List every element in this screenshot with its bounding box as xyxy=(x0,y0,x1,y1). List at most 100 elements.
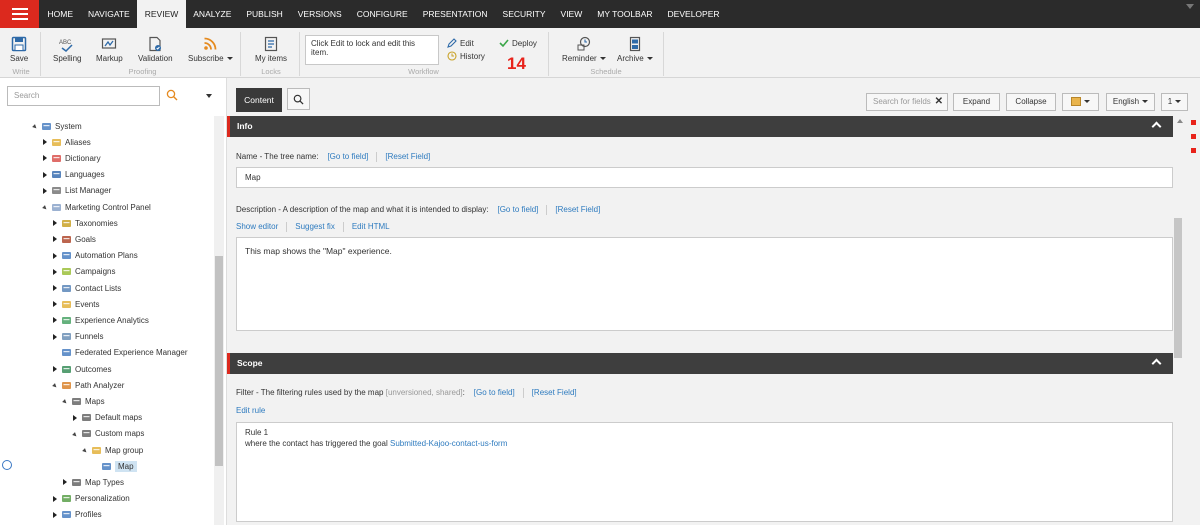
tree-node-taxonomies[interactable]: Taxonomies xyxy=(50,216,118,230)
edit-rule-link[interactable]: Edit rule xyxy=(236,406,265,415)
tree-node-experience-analytics[interactable]: Experience Analytics xyxy=(50,313,149,327)
expanded-arrow-icon[interactable] xyxy=(60,398,70,406)
tree-node-map-types[interactable]: Map Types xyxy=(60,475,124,489)
version-selector[interactable]: 1 xyxy=(1161,93,1188,111)
collapsed-arrow-icon[interactable] xyxy=(70,414,80,421)
filter-rule-box[interactable]: Rule 1 where the contact has triggered t… xyxy=(236,422,1173,522)
tab-analyze[interactable]: ANALYZE xyxy=(186,0,239,28)
tree-node-path-analyzer[interactable]: Path Analyzer xyxy=(50,378,124,392)
language-selector[interactable]: English xyxy=(1106,93,1155,111)
collapsed-arrow-icon[interactable] xyxy=(60,479,70,486)
tree-node-contact-lists[interactable]: Contact Lists xyxy=(50,281,121,295)
scope-section-header[interactable]: Scope xyxy=(227,353,1173,374)
hamburger-menu-icon[interactable] xyxy=(0,0,39,28)
collapsed-arrow-icon[interactable] xyxy=(50,301,60,308)
collapse-chevron-icon[interactable] xyxy=(1151,121,1162,132)
tree-scrollbar[interactable] xyxy=(214,116,224,525)
tab-navigate[interactable]: NAVIGATE xyxy=(81,0,138,28)
collapsed-arrow-icon[interactable] xyxy=(50,317,60,324)
collapsed-arrow-icon[interactable] xyxy=(40,139,50,146)
tab-configure[interactable]: CONFIGURE xyxy=(349,0,415,28)
tree-node-personalization[interactable]: Personalization xyxy=(50,492,130,506)
collapse-chevron-icon[interactable] xyxy=(1151,358,1162,369)
expanded-arrow-icon[interactable] xyxy=(40,204,50,211)
expand-button[interactable]: Expand xyxy=(953,93,1000,111)
collapsed-arrow-icon[interactable] xyxy=(50,495,60,502)
tab-my-toolbar[interactable]: MY TOOLBAR xyxy=(590,0,660,28)
edit-button[interactable]: Edit xyxy=(447,38,474,48)
name-go-to-field-link[interactable]: [Go to field] xyxy=(327,152,368,161)
tab-presentation[interactable]: PRESENTATION xyxy=(415,0,495,28)
expanded-arrow-icon[interactable] xyxy=(50,382,60,390)
tab-content[interactable]: Content xyxy=(236,88,282,112)
validation-error-marker[interactable] xyxy=(1191,120,1196,125)
collapse-button[interactable]: Collapse xyxy=(1006,93,1056,111)
subscribe-button[interactable]: Subscribe xyxy=(188,36,233,63)
tree-node-dictionary[interactable]: Dictionary xyxy=(40,151,101,165)
tab-versions[interactable]: VERSIONS xyxy=(290,0,349,28)
search-fields-input[interactable]: Search for fields ✕ xyxy=(866,93,948,111)
scroll-up-arrow-icon[interactable] xyxy=(1177,119,1183,123)
tree-node-automation-plans[interactable]: Automation Plans xyxy=(50,249,138,263)
collapsed-arrow-icon[interactable] xyxy=(40,171,50,178)
tree-node-goals[interactable]: Goals xyxy=(50,232,96,246)
search-icon[interactable] xyxy=(166,89,178,101)
markup-button[interactable]: Markup xyxy=(96,36,123,63)
filter-reset-field-link[interactable]: [Reset Field] xyxy=(532,388,577,397)
tab-publish[interactable]: PUBLISH xyxy=(239,0,290,28)
edit-html-link[interactable]: Edit HTML xyxy=(352,222,390,231)
editor-search-button[interactable] xyxy=(287,88,310,110)
description-rich-text[interactable]: This map shows the "Map" experience. xyxy=(236,237,1173,331)
tab-security[interactable]: SECURITY xyxy=(495,0,553,28)
description-reset-field-link[interactable]: [Reset Field] xyxy=(555,205,600,214)
tree-node-custom-maps[interactable]: Custom maps xyxy=(70,427,144,441)
rule-goal-link[interactable]: Submitted-Kajoo-contact-us-form xyxy=(390,439,507,448)
expanded-arrow-icon[interactable] xyxy=(30,123,40,130)
history-button[interactable]: History xyxy=(447,51,485,61)
collapsed-arrow-icon[interactable] xyxy=(40,187,50,194)
suggest-fix-link[interactable]: Suggest fix xyxy=(295,222,335,231)
spelling-button[interactable]: ABC Spelling xyxy=(53,36,81,63)
my-items-button[interactable]: My items xyxy=(255,36,287,63)
validation-error-marker[interactable] xyxy=(1191,148,1196,153)
tree-node-outcomes[interactable]: Outcomes xyxy=(50,362,111,376)
reminder-button[interactable]: Reminder xyxy=(562,36,606,63)
tree-search-input[interactable]: Search xyxy=(7,86,160,106)
filter-go-to-field-link[interactable]: [Go to field] xyxy=(474,388,515,397)
tab-home[interactable]: HOME xyxy=(40,0,81,28)
tree-node-profiles[interactable]: Profiles xyxy=(50,508,102,522)
tab-view[interactable]: VIEW xyxy=(553,0,590,28)
tree-node-default-maps[interactable]: Default maps xyxy=(70,411,142,425)
show-editor-link[interactable]: Show editor xyxy=(236,222,278,231)
archive-button[interactable]: Archive xyxy=(617,36,653,63)
tree-node-funnels[interactable]: Funnels xyxy=(50,330,103,344)
editor-scrollbar-thumb[interactable] xyxy=(1174,218,1182,358)
collapsed-arrow-icon[interactable] xyxy=(50,236,60,243)
tree-dropdown-icon[interactable] xyxy=(206,94,212,98)
clear-search-icon[interactable]: ✕ xyxy=(935,94,943,110)
expanded-arrow-icon[interactable] xyxy=(80,447,90,454)
collapsed-arrow-icon[interactable] xyxy=(50,268,60,275)
name-reset-field-link[interactable]: [Reset Field] xyxy=(385,152,430,161)
tree-node-map[interactable]: Map xyxy=(90,459,137,473)
tree-node-aliases[interactable]: Aliases xyxy=(40,135,91,149)
collapsed-arrow-icon[interactable] xyxy=(50,252,60,259)
collapsed-arrow-icon[interactable] xyxy=(50,366,60,372)
corner-triangle-icon[interactable] xyxy=(1186,4,1194,9)
collapsed-arrow-icon[interactable] xyxy=(50,285,60,291)
tree-node-system[interactable]: System xyxy=(30,119,82,133)
tree-node-marketing-control-panel[interactable]: Marketing Control Panel xyxy=(40,200,151,214)
collapsed-arrow-icon[interactable] xyxy=(50,511,60,518)
validation-error-marker[interactable] xyxy=(1191,134,1196,139)
collapsed-arrow-icon[interactable] xyxy=(50,220,60,227)
tab-developer[interactable]: DEVELOPER xyxy=(660,0,727,28)
history-refresh-icon[interactable] xyxy=(2,460,12,470)
tab-review[interactable]: REVIEW xyxy=(137,0,186,29)
tree-node-federated-experience-manager[interactable]: Federated Experience Manager xyxy=(50,346,188,360)
info-section-header[interactable]: Info xyxy=(227,116,1173,137)
expanded-arrow-icon[interactable] xyxy=(70,431,80,438)
tree-node-list-manager[interactable]: List Manager xyxy=(40,184,111,198)
tree-node-map-group[interactable]: Map group xyxy=(80,443,143,457)
tree-node-maps[interactable]: Maps xyxy=(60,394,105,408)
view-options-button[interactable] xyxy=(1062,93,1099,111)
